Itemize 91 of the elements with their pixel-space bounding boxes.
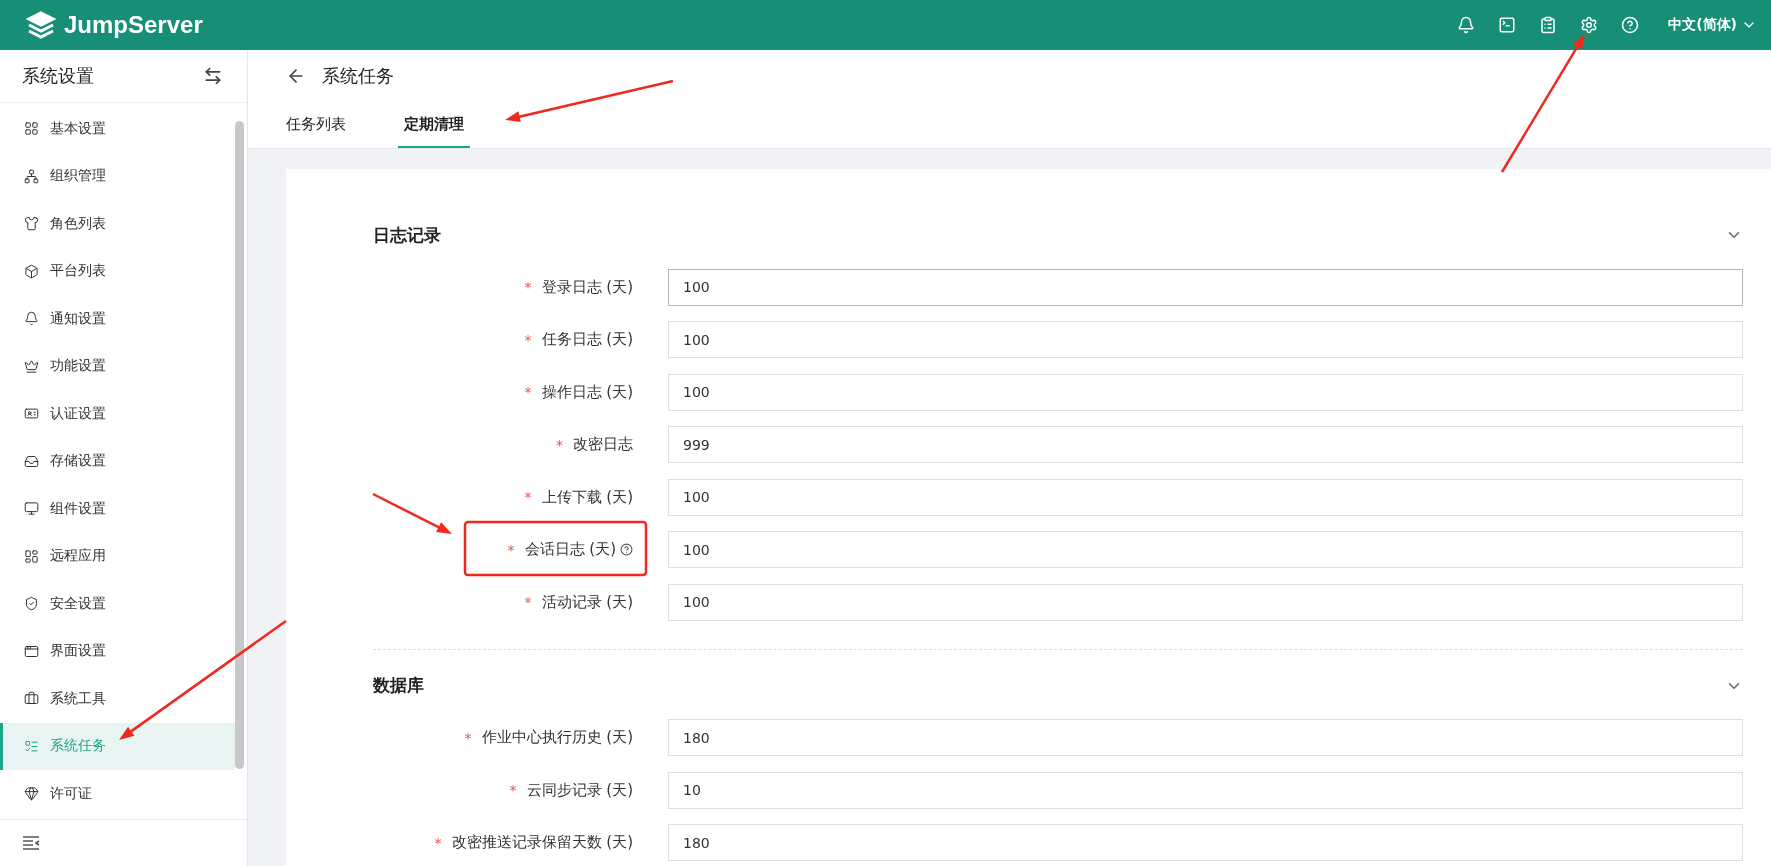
monitor-icon [24, 501, 39, 517]
sidebar-item[interactable]: 通知设置 [0, 295, 235, 343]
sidebar-item[interactable]: 平台列表 [0, 247, 235, 295]
input-field[interactable]: 100 [668, 583, 1743, 621]
input-field[interactable]: 10 [668, 771, 1743, 809]
briefcase-icon [24, 691, 39, 707]
crown-icon [24, 358, 39, 374]
required-asterisk: * [524, 331, 532, 348]
sidebar-item-label: 许可证 [50, 784, 92, 803]
input-field[interactable]: 180 [668, 824, 1743, 862]
input-field[interactable]: 100 [668, 531, 1743, 569]
logo-text: JumpServer [64, 11, 203, 39]
field-label: 会话日志 (天) [524, 540, 616, 560]
field-label: 活动记录 (天) [541, 592, 633, 612]
sidebar-item-label: 远程应用 [50, 547, 106, 566]
terminal-icon[interactable] [1498, 16, 1517, 34]
clipboard-icon[interactable] [1539, 16, 1558, 34]
sidebar-item[interactable]: 组织管理 [0, 152, 235, 200]
field-label: 改密推送记录保留天数 (天) [451, 833, 633, 853]
tab[interactable]: 任务列表 [280, 102, 352, 148]
hierarchy-icon [24, 168, 39, 184]
input-field[interactable]: 100 [668, 321, 1743, 359]
field-label: 云同步记录 (天) [526, 780, 633, 800]
required-asterisk: * [556, 436, 563, 453]
section-title: 日志记录 [373, 223, 441, 247]
required-asterisk: * [507, 541, 515, 558]
section-title: 数据库 [373, 674, 424, 697]
language-dropdown[interactable]: 中文(简体) [1668, 16, 1757, 34]
sidebar-item-label: 界面设置 [50, 642, 106, 661]
sidebar-item-label: 存储设置 [50, 452, 106, 471]
sidebar-item[interactable]: 安全设置 [0, 580, 235, 628]
sidebar-item[interactable]: 角色列表 [0, 200, 235, 248]
inbox-icon [24, 453, 39, 469]
sidebar-item[interactable]: 基本设置 [0, 105, 235, 153]
field-label: 改密日志 [573, 435, 633, 455]
grid-icon [24, 121, 39, 137]
sidebar-item-label: 通知设置 [50, 309, 106, 328]
sidebar-item-label: 认证设置 [50, 404, 106, 423]
required-asterisk: * [524, 279, 532, 296]
bell-icon[interactable] [1457, 16, 1476, 34]
sidebar-item[interactable]: 认证设置 [0, 390, 235, 438]
required-asterisk: * [524, 594, 532, 611]
bell-icon [24, 311, 39, 327]
required-asterisk: * [464, 729, 472, 746]
field-label: 上传下载 (天) [541, 487, 633, 507]
settings-icon[interactable] [1580, 16, 1599, 34]
page-title: 系统任务 [322, 64, 394, 88]
scrollbar[interactable] [235, 121, 244, 769]
sidebar-item-label: 平台列表 [50, 262, 106, 281]
window-icon [24, 643, 39, 659]
sidebar-item[interactable]: 许可证 [0, 770, 235, 818]
id-card-icon [24, 406, 39, 422]
logo-icon [26, 10, 56, 40]
sidebar-item[interactable]: 功能设置 [0, 342, 235, 390]
collapse-menu-icon[interactable] [22, 835, 40, 851]
field-label: 任务日志 (天) [541, 330, 633, 350]
sidebar-item-label: 组件设置 [50, 499, 106, 518]
required-asterisk: * [524, 489, 532, 506]
sidebar-item-label: 功能设置 [50, 357, 106, 376]
input-field[interactable]: 180 [668, 719, 1743, 757]
sidebar-item[interactable]: 系统工具 [0, 675, 235, 723]
shirt-icon [24, 216, 39, 232]
checklist-icon [24, 738, 39, 754]
sidebar-title: 系统设置 [22, 64, 94, 88]
sidebar-item-label: 系统任务 [50, 737, 106, 756]
gem-icon [24, 786, 39, 802]
sidebar-item[interactable]: 界面设置 [0, 627, 235, 675]
field-label: 登录日志 (天) [541, 277, 633, 297]
required-asterisk: * [509, 782, 517, 799]
sidebar-item[interactable]: 组件设置 [0, 485, 235, 533]
required-asterisk: * [434, 834, 442, 851]
tab[interactable]: 定期清理 [398, 102, 470, 148]
field-label: 作业中心执行历史 (天) [481, 728, 633, 748]
help-icon[interactable] [620, 543, 633, 557]
required-asterisk: * [524, 384, 532, 401]
sidebar-item[interactable]: 远程应用 [0, 532, 235, 580]
shield-icon [24, 596, 39, 612]
sidebar-item-label: 安全设置 [50, 594, 106, 613]
input-field[interactable]: 100 [668, 373, 1743, 411]
field-label: 操作日志 (天) [541, 382, 633, 402]
sidebar-item-label: 角色列表 [50, 214, 106, 233]
input-field[interactable]: 100 [668, 268, 1743, 306]
swap-icon[interactable] [203, 66, 223, 86]
cube-icon [24, 263, 39, 279]
sidebar-item-label: 基本设置 [50, 119, 106, 138]
sidebar-item-label: 组织管理 [50, 167, 106, 186]
apps-icon [24, 548, 39, 564]
sidebar-item-label: 系统工具 [50, 689, 106, 708]
input-field[interactable]: 100 [668, 478, 1743, 516]
sidebar-item[interactable]: 存储设置 [0, 437, 235, 485]
input-field[interactable]: 999 [668, 426, 1743, 464]
